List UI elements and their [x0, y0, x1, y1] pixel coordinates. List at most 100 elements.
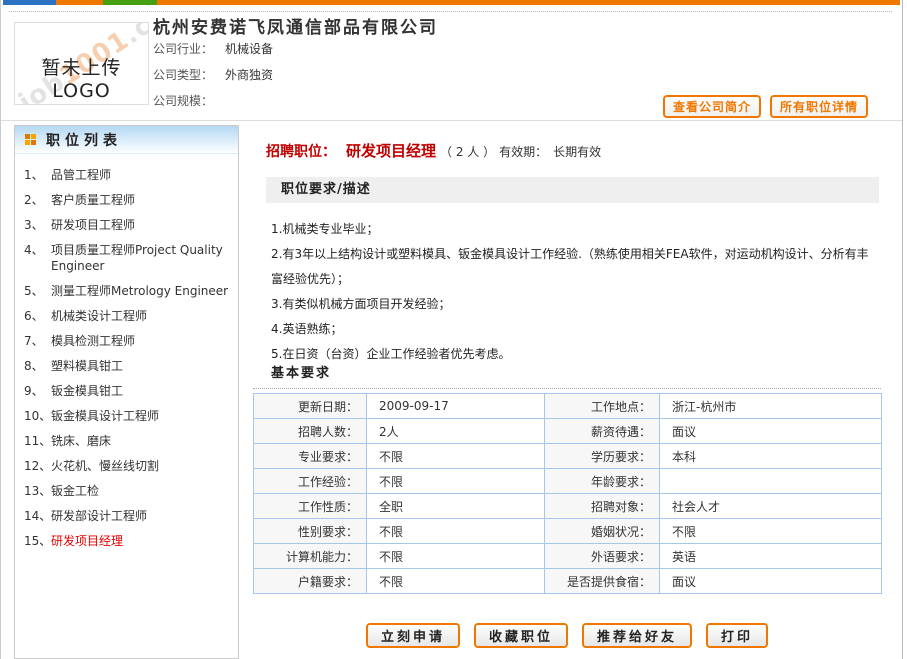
- job-item-label: 研发部设计工程师: [51, 508, 147, 524]
- section-title-basic-requirements: 基本要求: [271, 362, 331, 381]
- job-item-label: 研发项目经理: [51, 533, 123, 549]
- company-fields: 公司行业：机械设备公司类型：外商独资公司规模：: [153, 40, 273, 118]
- sidebar-item-job[interactable]: 2、客户质量工程师: [24, 192, 232, 208]
- sidebar-item-job[interactable]: 7、模具检测工程师: [24, 333, 232, 349]
- table-row: 工作经验：不限年龄要求：: [254, 469, 882, 494]
- requirement-value: 不限: [367, 569, 545, 594]
- requirement-value: 2人: [367, 419, 545, 444]
- job-item-label: 铣床、磨床: [51, 433, 111, 449]
- description-line: 5.在日资（台资）企业工作经验者优先考虑。: [271, 342, 877, 367]
- requirement-label: 招聘人数：: [254, 419, 367, 444]
- company-field-label: 公司规模：: [153, 92, 225, 118]
- sidebar-item-job[interactable]: 15、研发项目经理: [24, 533, 232, 549]
- top-bar-segment-orange2: [157, 0, 900, 5]
- top-bar-segment-green: [103, 0, 157, 5]
- requirement-label: 工作地点：: [545, 394, 660, 419]
- page: job1001.com 暂未上传LOGO 杭州安费诺飞凤通信部品有限公司 公司行…: [0, 0, 903, 659]
- view-company-profile-button[interactable]: 查看公司简介: [663, 95, 761, 118]
- job-item-number: 15、: [24, 533, 51, 549]
- table-row: 性别要求：不限婚姻状况：不限: [254, 519, 882, 544]
- job-item-number: 5、: [24, 283, 51, 299]
- job-headcount: （ 2 人 ）: [440, 143, 495, 160]
- sidebar-item-job[interactable]: 12、火花机、慢丝线切割: [24, 458, 232, 474]
- requirement-value: 不限: [367, 544, 545, 569]
- job-title-prefix: 招聘职位：: [266, 141, 336, 161]
- requirement-label: 年龄要求：: [545, 469, 660, 494]
- top-bar-segment-blue: [3, 0, 56, 5]
- job-item-number: 4、: [24, 242, 51, 274]
- job-item-label: 钣金工检: [51, 483, 99, 499]
- sidebar-item-job[interactable]: 1、品管工程师: [24, 167, 232, 183]
- sidebar-item-job[interactable]: 8、塑料模具钳工: [24, 358, 232, 374]
- save-job-button[interactable]: 收藏职位: [474, 623, 568, 648]
- requirement-value: 浙江-杭州市: [660, 394, 882, 419]
- job-item-number: 12、: [24, 458, 51, 474]
- job-item-label: 塑料模具钳工: [51, 358, 123, 374]
- requirement-label: 学历要求：: [545, 444, 660, 469]
- section-title-description: 职位要求/描述: [266, 177, 879, 203]
- company-field-label: 公司行业：: [153, 40, 225, 66]
- sidebar-item-job[interactable]: 9、钣金模具钳工: [24, 383, 232, 399]
- job-description: 1.机械类专业毕业；2.有3年以上结构设计或塑料模具、钣金模具设计工作经验.（熟…: [271, 217, 877, 367]
- sidebar-item-job[interactable]: 13、钣金工检: [24, 483, 232, 499]
- requirement-label: 外语要求：: [545, 544, 660, 569]
- top-color-bar: [3, 0, 900, 5]
- job-item-number: 6、: [24, 308, 51, 324]
- job-item-number: 13、: [24, 483, 51, 499]
- sidebar-item-job[interactable]: 3、研发项目工程师: [24, 217, 232, 233]
- job-title-row: 招聘职位： 研发项目经理 （ 2 人 ） 有效期： 长期有效: [266, 140, 601, 161]
- requirement-value: 本科: [660, 444, 882, 469]
- job-item-label: 钣金模具钳工: [51, 383, 123, 399]
- sidebar-title: 职位列表: [46, 130, 122, 150]
- job-item-label: 测量工程师Metrology Engineer: [51, 283, 228, 299]
- requirement-value: 不限: [660, 519, 882, 544]
- requirement-label: 薪资待遇：: [545, 419, 660, 444]
- requirement-label: 是否提供食宿：: [545, 569, 660, 594]
- sidebar-item-job[interactable]: 11、铣床、磨床: [24, 433, 232, 449]
- table-row: 专业要求：不限学历要求：本科: [254, 444, 882, 469]
- top-bar-segment-orange: [56, 0, 103, 5]
- print-button[interactable]: 打印: [706, 623, 768, 648]
- validity-value: 长期有效: [553, 143, 601, 160]
- job-item-label: 钣金模具设计工程师: [51, 408, 159, 424]
- sidebar-header: 职位列表: [15, 126, 238, 154]
- sidebar-item-job[interactable]: 6、机械类设计工程师: [24, 308, 232, 324]
- top-dotted-divider: [9, 11, 892, 12]
- job-item-label: 品管工程师: [51, 167, 111, 183]
- requirement-label: 工作经验：: [254, 469, 367, 494]
- table-row: 户籍要求：不限是否提供食宿：面议: [254, 569, 882, 594]
- job-list-sidebar: 职位列表 1、品管工程师 2、客户质量工程师 3、研发项目工程师 4、项目质量工程师P…: [14, 125, 239, 659]
- requirement-value: [660, 469, 882, 494]
- header-divider: [1, 120, 902, 121]
- recommend-to-friend-button[interactable]: 推荐给好友: [582, 623, 692, 648]
- table-row: 更新日期：2009-09-17工作地点：浙江-杭州市: [254, 394, 882, 419]
- requirement-value: 英语: [660, 544, 882, 569]
- requirement-label: 专业要求：: [254, 444, 367, 469]
- sidebar-item-job[interactable]: 4、项目质量工程师Project Quality Engineer: [24, 242, 232, 274]
- requirement-value: 社会人才: [660, 494, 882, 519]
- requirement-value: 面议: [660, 419, 882, 444]
- job-item-number: 11、: [24, 433, 51, 449]
- logo-placeholder-text: 暂未上传LOGO: [15, 53, 148, 102]
- company-field-value: 外商独资: [225, 66, 273, 92]
- apply-now-button[interactable]: 立刻申请: [366, 623, 460, 648]
- sidebar-item-job[interactable]: 10、钣金模具设计工程师: [24, 408, 232, 424]
- job-item-number: 14、: [24, 508, 51, 524]
- action-buttons: 立刻申请收藏职位推荐给好友打印: [253, 623, 881, 648]
- all-jobs-button[interactable]: 所有职位详情: [770, 95, 868, 118]
- job-item-number: 2、: [24, 192, 51, 208]
- requirement-value: 不限: [367, 469, 545, 494]
- requirement-label: 工作性质：: [254, 494, 367, 519]
- sidebar-item-job[interactable]: 14、研发部设计工程师: [24, 508, 232, 524]
- validity-label: 有效期：: [499, 143, 547, 160]
- table-row: 计算机能力：不限外语要求：英语: [254, 544, 882, 569]
- job-item-label: 模具检测工程师: [51, 333, 135, 349]
- description-line: 2.有3年以上结构设计或塑料模具、钣金模具设计工作经验.（熟练使用相关FEA软件…: [271, 242, 877, 292]
- basic-table-body: 更新日期：2009-09-17工作地点：浙江-杭州市招聘人数：2人薪资待遇：面议…: [254, 394, 882, 594]
- company-field-value: 机械设备: [225, 40, 273, 66]
- job-item-number: 3、: [24, 217, 51, 233]
- header-buttons: 查看公司简介所有职位详情: [663, 95, 868, 118]
- sidebar-item-job[interactable]: 5、测量工程师Metrology Engineer: [24, 283, 232, 299]
- company-field-row: 公司类型：外商独资: [153, 66, 273, 92]
- requirement-value: 不限: [367, 519, 545, 544]
